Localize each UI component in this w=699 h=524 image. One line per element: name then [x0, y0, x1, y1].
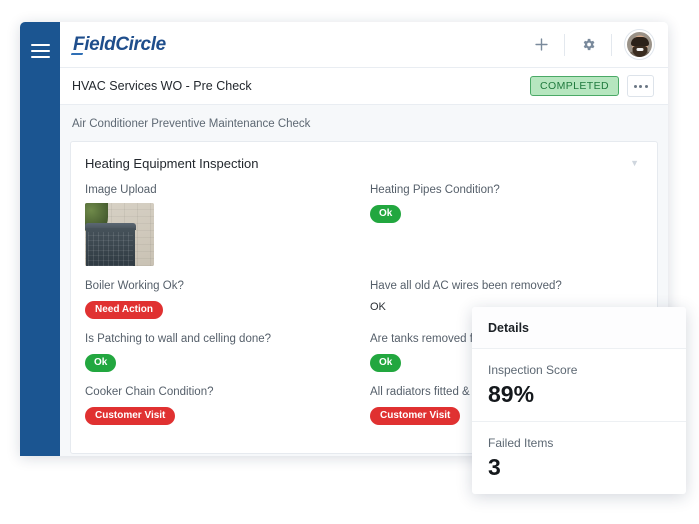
chevron-down-icon[interactable]: ▼ [626, 155, 643, 172]
logo-swoosh-icon [70, 52, 84, 55]
field-label: Boiler Working Ok? [85, 280, 184, 292]
plus-icon[interactable] [524, 28, 558, 62]
avatar-mouth [636, 47, 643, 51]
details-row-label: Failed Items [488, 436, 554, 450]
screenshot-root: FieldCircle HVAC Services WO - Pre Check… [0, 0, 699, 524]
status-pill[interactable]: Ok [85, 354, 117, 372]
toolbar-divider [564, 33, 565, 56]
status-pill[interactable]: Ok [370, 205, 402, 223]
hamburger-bar [30, 44, 50, 46]
dot [639, 84, 642, 88]
inspection-card-header: Heating Equipment Inspection ▼ [71, 142, 657, 184]
hamburger-icon[interactable] [30, 44, 50, 58]
field-label: Image Upload [85, 184, 157, 196]
status-pill[interactable]: Ok [370, 354, 402, 372]
page-title: HVAC Services WO - Pre Check [72, 79, 252, 93]
field-label: Heating Pipes Condition? [370, 184, 500, 196]
field-heating-pipes-condition: Heating Pipes Condition? Ok [370, 184, 643, 280]
app-logo[interactable]: FieldCircle [70, 34, 166, 56]
field-label: Is Patching to wall and celling done? [85, 333, 272, 345]
work-order-title-bar: HVAC Services WO - Pre Check COMPLETED [60, 68, 668, 105]
top-bar-actions [524, 28, 654, 62]
field-boiler-working: Boiler Working Ok? Need Action [85, 280, 358, 333]
hamburger-bar [30, 50, 50, 52]
gear-icon[interactable] [571, 28, 605, 62]
field-label: Cooker Chain Condition? [85, 386, 214, 398]
air-conditioner-unit-photo[interactable] [85, 203, 154, 266]
hamburger-bar [30, 56, 50, 58]
user-avatar[interactable] [625, 30, 654, 59]
status-pill[interactable]: Need Action [85, 301, 163, 319]
status-badge[interactable]: COMPLETED [530, 75, 619, 97]
dot [633, 84, 637, 88]
details-title: Details [488, 321, 529, 335]
field-cooker-chain-condition: Cooker Chain Condition? Customer Visit [85, 386, 358, 439]
sidebar [20, 22, 60, 456]
field-image-upload: Image Upload [85, 184, 358, 280]
toolbar-divider [611, 33, 612, 56]
details-row-value: 89% [488, 381, 535, 407]
field-label: Have all old AC wires been removed? [370, 280, 562, 292]
details-row-value: 3 [488, 454, 501, 480]
avatar-hair [630, 37, 649, 46]
title-bar-actions: COMPLETED [530, 75, 654, 97]
top-bar: FieldCircle [60, 22, 668, 68]
section-title: Heating Equipment Inspection [85, 156, 259, 171]
dot [644, 84, 648, 88]
details-row-failed-items: Failed Items 3 [472, 421, 686, 494]
field-patching-wall-ceiling: Is Patching to wall and celling done? Ok [85, 333, 358, 386]
status-pill[interactable]: Customer Visit [85, 407, 176, 425]
ellipsis-icon[interactable] [627, 75, 654, 97]
details-panel-header: Details [472, 307, 686, 349]
details-row-inspection-score: Inspection Score 89% [472, 349, 686, 421]
details-row-label: Inspection Score [488, 363, 578, 377]
photo-unit-body [86, 228, 135, 266]
checklist-subtitle: Air Conditioner Preventive Maintenance C… [72, 118, 311, 130]
status-pill[interactable]: Customer Visit [370, 407, 461, 425]
details-panel: Details Inspection Score 89% Failed Item… [472, 307, 686, 494]
logo-text: FieldCircle [73, 33, 166, 55]
